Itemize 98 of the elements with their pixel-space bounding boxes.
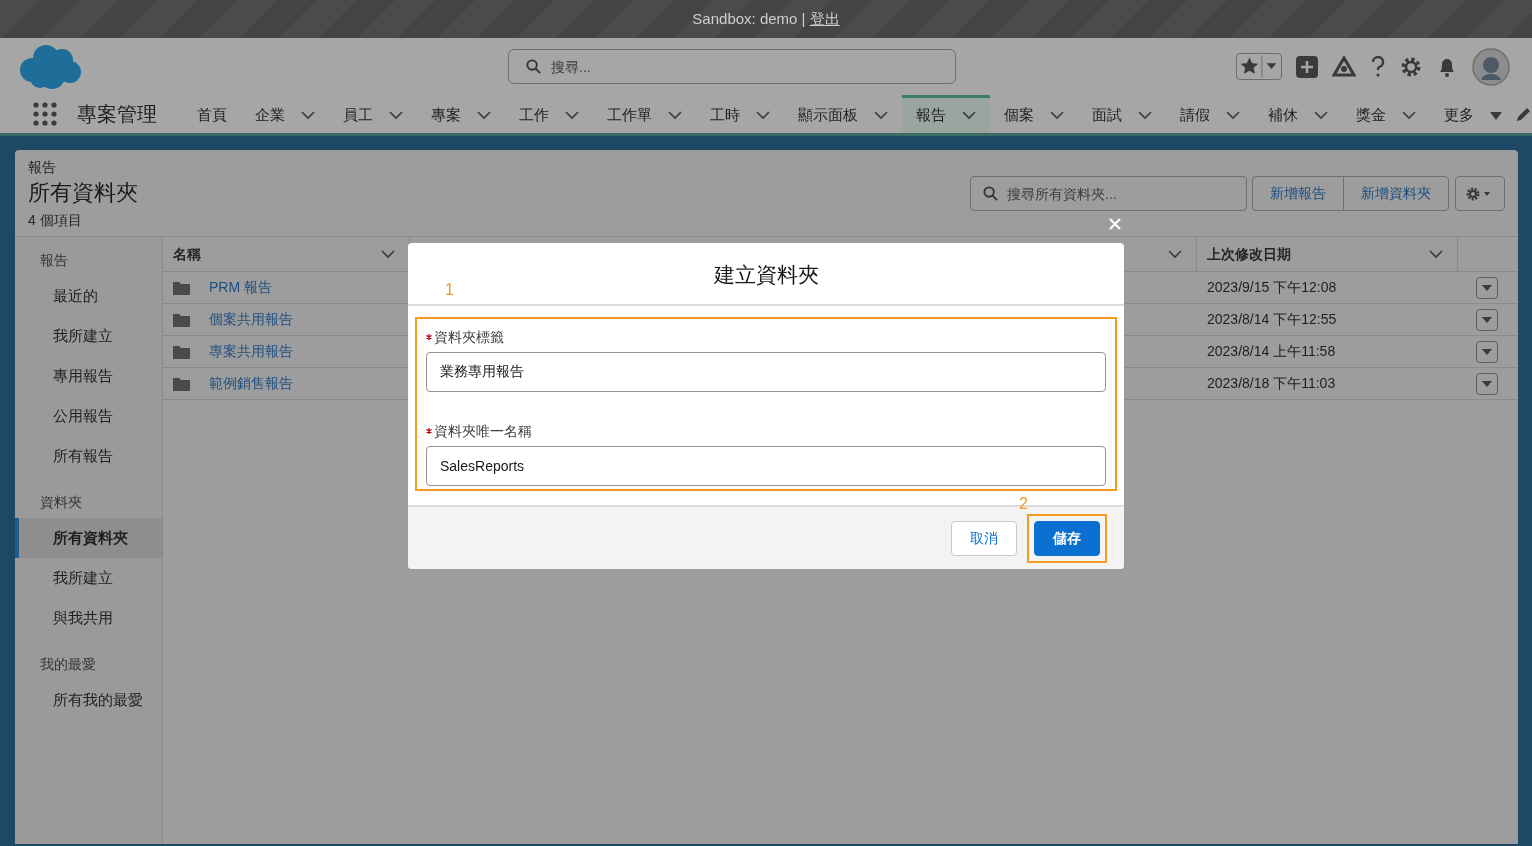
folder-icon [173, 312, 190, 327]
nav-tab[interactable]: 面試 [1078, 95, 1166, 133]
nav-tab[interactable]: 補休 [1254, 95, 1342, 133]
table-cell-text: 2023/9/15 下午12:08 [1206, 278, 1338, 297]
close-icon[interactable] [1107, 216, 1123, 232]
nav-tab[interactable]: 專案 [417, 95, 505, 133]
edit-icon[interactable] [1516, 106, 1532, 122]
chevron-down-icon[interactable] [389, 111, 403, 120]
page-title: 所有資料夾 [28, 179, 138, 207]
nav-tab[interactable]: 獎金 [1342, 95, 1430, 133]
nav-tab[interactable]: 工作單 [593, 95, 696, 133]
sidebar-item[interactable]: 與我共用 [15, 598, 162, 638]
row-actions-button[interactable] [1476, 308, 1498, 331]
row-actions-button[interactable] [1476, 276, 1498, 299]
nav-tab[interactable]: 首頁 [183, 95, 241, 133]
avatar-icon[interactable] [1472, 47, 1510, 86]
search-icon [983, 186, 998, 201]
sidebar-heading: 我的最愛 [39, 654, 97, 674]
nav-tab[interactable]: 工作 [505, 95, 593, 133]
cloud-logo [18, 43, 82, 90]
chevron-down-icon[interactable] [1314, 111, 1328, 120]
nav-tab[interactable]: 員工 [329, 95, 417, 133]
nav-tab[interactable]: 企業 [241, 95, 329, 133]
save-button[interactable]: 儲存 [1034, 520, 1100, 556]
sidebar-heading: 資料夾 [39, 492, 83, 512]
triangle-logo-icon[interactable] [1332, 55, 1356, 78]
chevron-down-icon[interactable] [381, 249, 395, 259]
chevron-down-icon[interactable] [1429, 249, 1443, 259]
chevron-down-icon[interactable] [1050, 111, 1064, 120]
annotation-number: 1 [445, 281, 454, 299]
nav-tab[interactable]: 更多 [1430, 95, 1516, 133]
column-header[interactable]: 名稱 [173, 243, 201, 265]
sidebar-item[interactable]: 公用報告 [15, 396, 162, 436]
help-icon[interactable] [1370, 55, 1386, 78]
table-cell-text: 2023/8/14 上午11:58 [1206, 342, 1337, 361]
sidebar-item[interactable]: 最近的 [15, 276, 162, 316]
caret-icon [1482, 380, 1492, 387]
annotation-number: 2 [1019, 495, 1028, 513]
favorites-button[interactable] [1236, 53, 1282, 80]
nav-tab[interactable]: 顯示面板 [784, 95, 902, 133]
caret-icon [1482, 284, 1492, 291]
row-actions-button[interactable] [1476, 340, 1498, 363]
chevron-down-icon[interactable] [565, 111, 579, 120]
sidebar-item[interactable]: 所有資料夾 [15, 518, 162, 558]
app-name: 專案管理 [77, 102, 157, 127]
sandbox-text: Sandbox: demo | [692, 8, 807, 29]
field-label: 資料夾唯一名稱 [434, 421, 532, 441]
logout-link[interactable]: 登出 [809, 7, 840, 31]
nav-tab[interactable]: 報告 [902, 95, 990, 133]
chevron-down-icon[interactable] [1168, 249, 1182, 259]
chevron-down-icon[interactable] [668, 111, 682, 120]
sidebar-item[interactable]: 專用報告 [15, 356, 162, 396]
search-icon [526, 59, 541, 74]
folder-icon [173, 280, 190, 295]
chevron-down-icon[interactable] [1402, 111, 1416, 120]
chevron-down-icon[interactable] [1138, 111, 1152, 120]
search-field[interactable]: 搜尋... [508, 49, 956, 84]
column-header[interactable]: 上次修改日期 [1207, 243, 1291, 265]
sidebar-item[interactable]: 我所建立 [15, 558, 162, 598]
chevron-down-icon[interactable] [874, 111, 888, 120]
caret-icon [1482, 316, 1492, 323]
folder-link[interactable]: 個案共用報告 [209, 309, 293, 330]
text-input-field[interactable]: 業務專用報告 [426, 352, 1106, 392]
cancel-button[interactable]: 取消 [951, 520, 1017, 556]
chevron-down-icon[interactable] [962, 111, 976, 120]
folder-icon [173, 344, 190, 359]
header-button[interactable]: 新增資料夾 [1343, 176, 1449, 211]
field-label: 資料夾標籤 [434, 327, 504, 347]
chevron-down-icon[interactable] [1226, 111, 1240, 120]
sidebar-heading: 報告 [39, 250, 69, 270]
dropdown-triangle-icon[interactable] [1490, 111, 1502, 120]
table-cell-text: 2023/8/14 下午12:55 [1206, 310, 1338, 329]
nav-tab[interactable]: 個案 [990, 95, 1078, 133]
modal-title: 建立資料夾 [713, 262, 819, 288]
breadcrumb: 報告 [28, 158, 57, 177]
chevron-down-icon[interactable] [477, 111, 491, 120]
nav-tab[interactable]: 請假 [1166, 95, 1254, 133]
folder-link[interactable]: PRM 報告 [209, 277, 272, 298]
settings-menu-button[interactable] [1455, 176, 1505, 211]
folder-search-field[interactable]: 搜尋所有資料夾... [970, 176, 1247, 211]
chevron-down-icon[interactable] [301, 111, 315, 120]
app-launcher-icon[interactable] [33, 102, 57, 126]
sidebar-item[interactable]: 我所建立 [15, 316, 162, 356]
folder-link[interactable]: 範例銷售報告 [209, 373, 293, 394]
nav-tab[interactable]: 工時 [696, 95, 784, 133]
folder-link[interactable]: 專案共用報告 [209, 341, 293, 362]
table-cell-text: 2023/8/18 下午11:03 [1206, 374, 1337, 393]
chevron-down-icon[interactable] [756, 111, 770, 120]
sidebar-item[interactable]: 所有報告 [15, 436, 162, 476]
row-actions-button[interactable] [1476, 372, 1498, 395]
settings-icon[interactable] [1400, 55, 1422, 78]
header-button[interactable]: 新增報告 [1252, 176, 1344, 211]
add-icon[interactable] [1296, 55, 1318, 78]
sidebar-item[interactable]: 所有我的最愛 [15, 680, 162, 720]
folder-icon [173, 376, 190, 391]
caret-icon [1482, 348, 1492, 355]
text-input-field[interactable]: SalesReports [426, 446, 1106, 486]
item-count: 4 個項目 [28, 211, 83, 230]
